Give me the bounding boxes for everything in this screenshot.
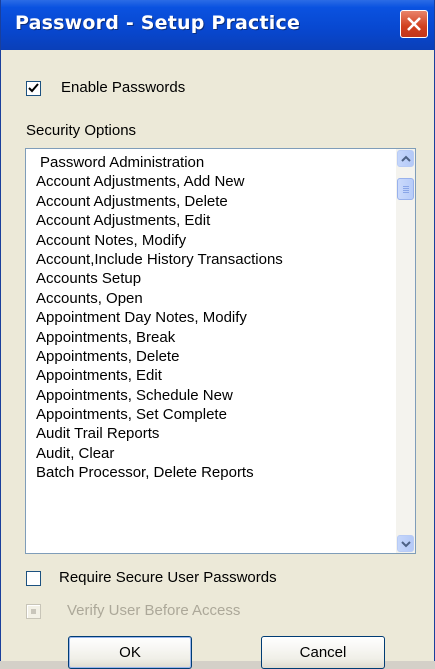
list-item[interactable]: Appointment Day Notes, Modify xyxy=(36,308,386,327)
list-item[interactable]: Appointments, Set Complete xyxy=(36,405,386,424)
password-setup-dialog: Password - Setup Practice Enable Passwor… xyxy=(0,0,435,669)
chevron-up-icon xyxy=(401,155,411,162)
verify-user-checkbox[interactable] xyxy=(26,604,41,619)
checkmark-icon xyxy=(31,609,36,614)
list-item[interactable]: Account,Include History Transactions xyxy=(36,250,386,269)
checkmark-icon xyxy=(28,83,39,93)
list-item[interactable]: Appointments, Break xyxy=(36,328,386,347)
security-options-list[interactable]: Password Administration Account Adjustmen… xyxy=(25,148,416,554)
security-options-label: Security Options xyxy=(26,122,137,139)
list-item[interactable]: Account Adjustments, Add New xyxy=(36,172,386,191)
scroll-up-button[interactable] xyxy=(397,150,414,167)
list-item[interactable]: Batch Processor, Delete Reports xyxy=(36,463,386,482)
list-item[interactable]: Appointments, Edit xyxy=(36,366,386,385)
ok-button[interactable]: OK xyxy=(68,636,192,669)
verify-user-label: Verify User Before Access xyxy=(67,602,241,619)
list-item[interactable]: Account Notes, Modify xyxy=(36,231,386,250)
list-item[interactable]: Account Adjustments, Delete xyxy=(36,192,386,211)
enable-passwords-checkbox[interactable] xyxy=(26,81,41,96)
title-bar[interactable]: Password - Setup Practice xyxy=(1,0,434,50)
list-item[interactable]: Password Administration xyxy=(36,153,386,172)
list-item[interactable]: Account Adjustments, Edit xyxy=(36,211,386,230)
chevron-down-icon xyxy=(401,541,411,548)
list-item[interactable]: Appointments, Delete xyxy=(36,347,386,366)
list-item[interactable]: Appointments, Schedule New xyxy=(36,386,386,405)
scroll-down-button[interactable] xyxy=(397,535,414,552)
cancel-button[interactable]: Cancel xyxy=(261,636,385,669)
window-title: Password - Setup Practice xyxy=(15,12,301,34)
enable-passwords-label[interactable]: Enable Passwords xyxy=(61,79,185,96)
list-item[interactable]: Audit, Clear xyxy=(36,444,386,463)
scroll-thumb[interactable] xyxy=(397,178,414,200)
require-secure-passwords-label[interactable]: Require Secure User Passwords xyxy=(59,569,277,586)
close-button[interactable] xyxy=(400,10,428,38)
close-icon xyxy=(407,17,421,31)
list-item[interactable]: Audit Trail Reports xyxy=(36,424,386,443)
list-item[interactable]: Accounts, Open xyxy=(36,289,386,308)
list-item[interactable]: Accounts Setup xyxy=(36,269,386,288)
security-options-items: Password Administration Account Adjustmen… xyxy=(36,153,386,483)
scrollbar[interactable] xyxy=(396,149,415,553)
require-secure-passwords-checkbox[interactable] xyxy=(26,571,41,586)
